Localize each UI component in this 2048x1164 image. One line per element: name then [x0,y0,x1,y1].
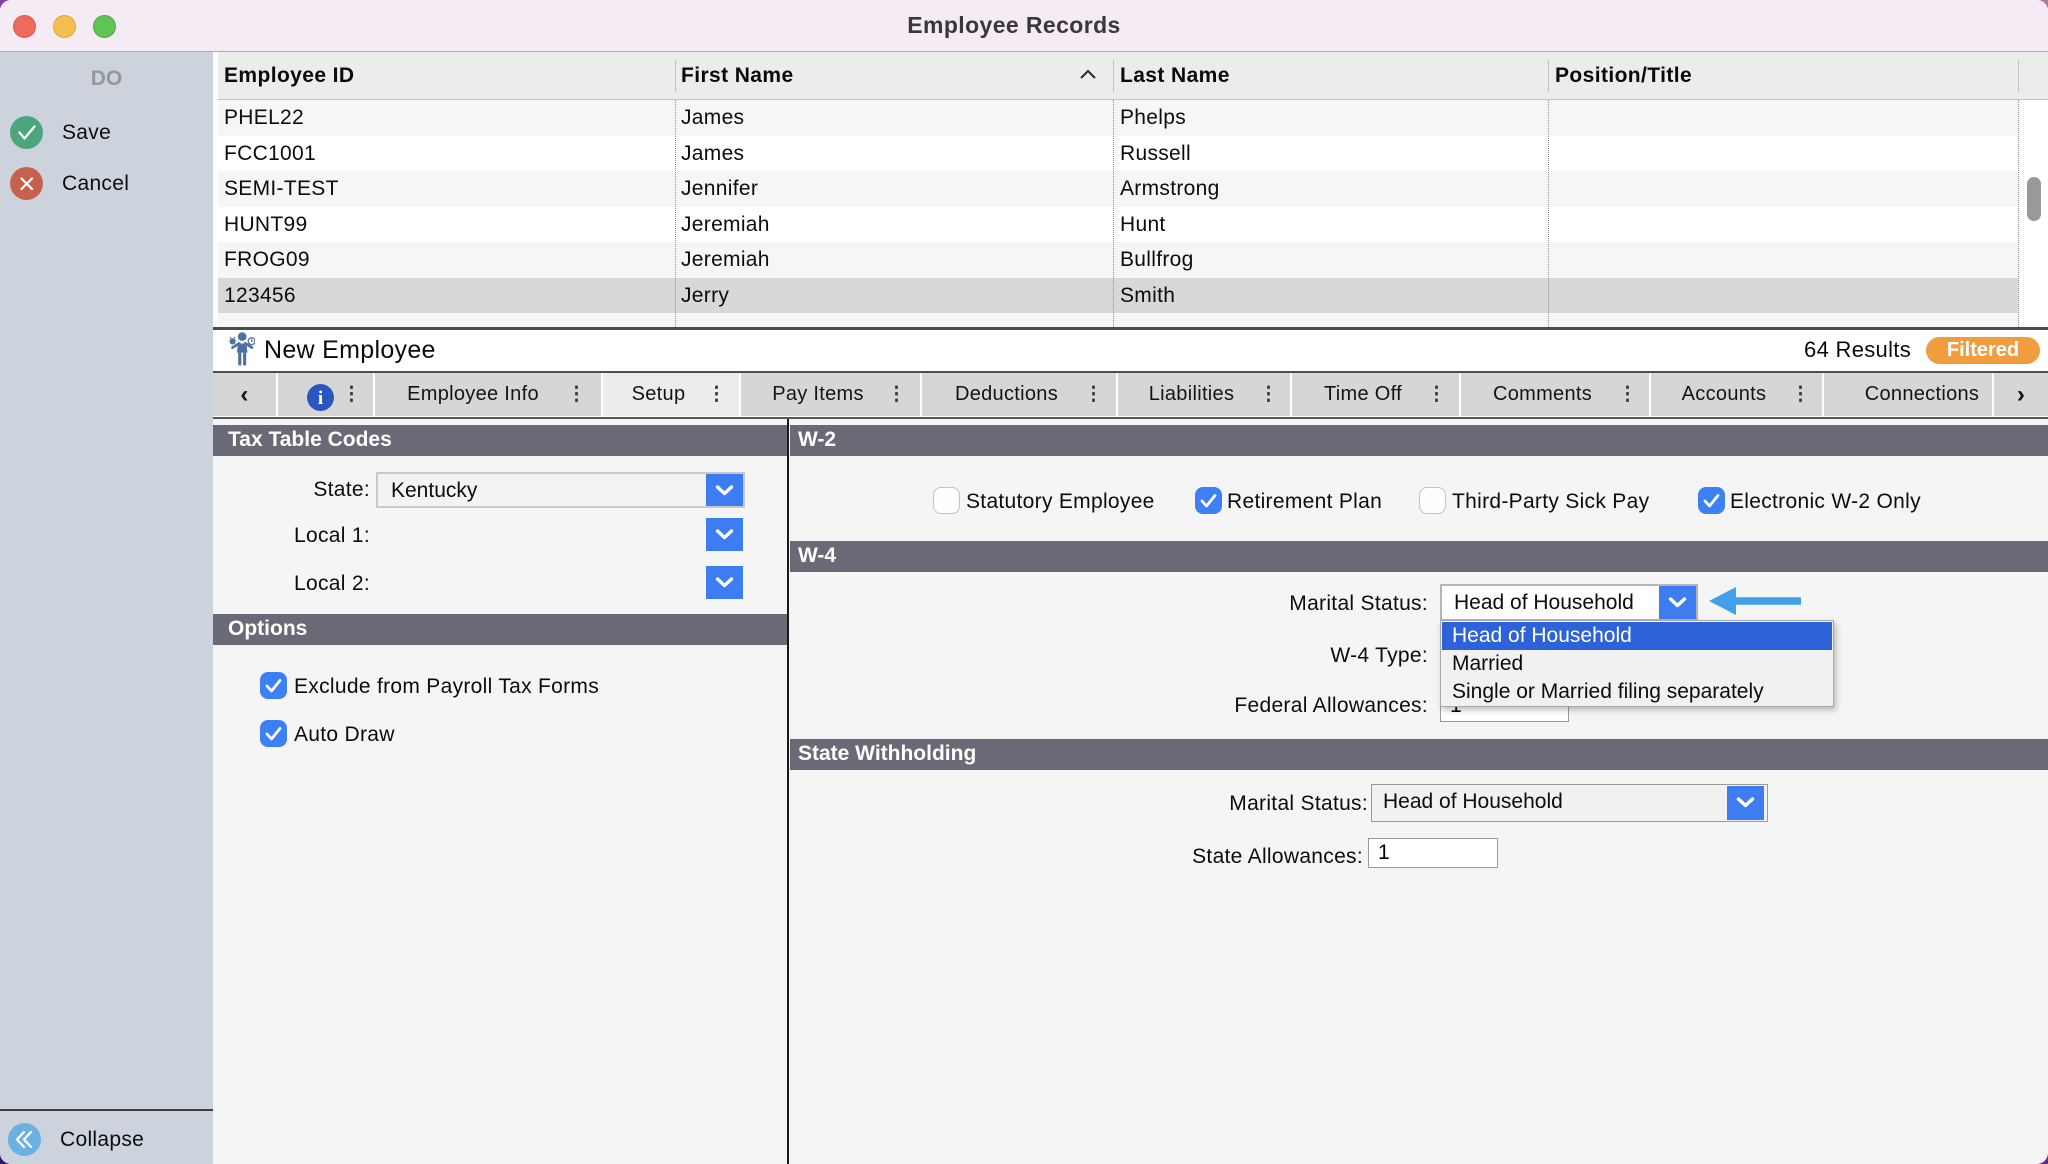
svg-text:i: i [318,388,323,409]
